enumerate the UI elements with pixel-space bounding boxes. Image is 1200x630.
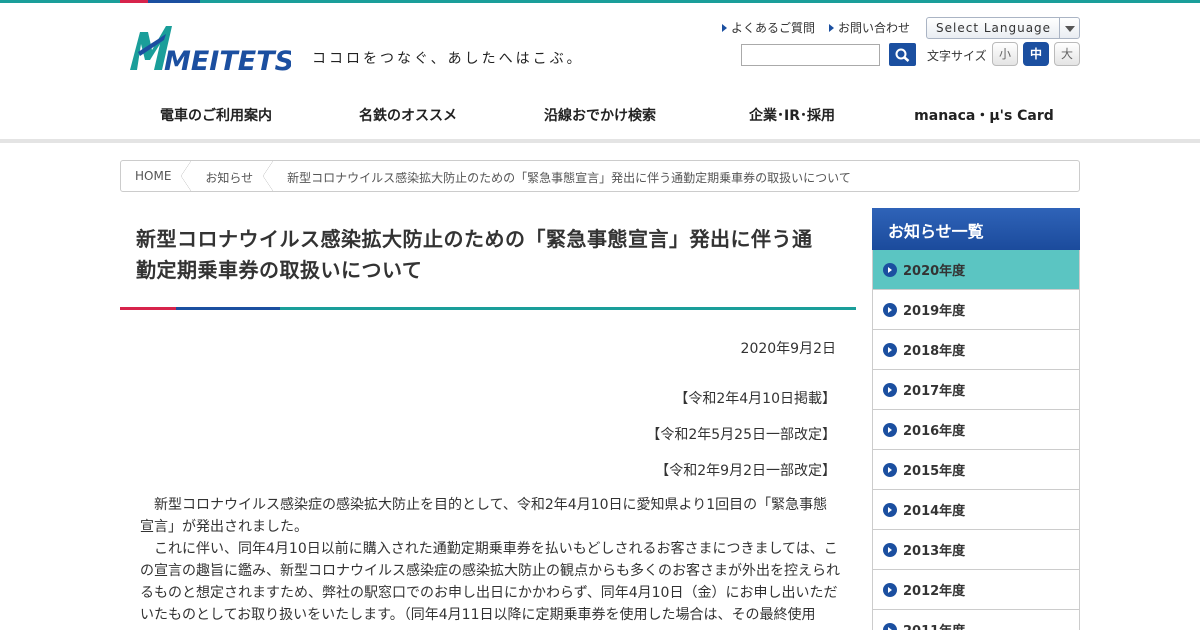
article-body: 新型コロナウイルス感染症の感染拡大防止を目的として、令和2年4月10日に愛知県よ… (140, 494, 840, 626)
sidebar-item-2020[interactable]: 2020年度 (873, 250, 1079, 290)
contact-link[interactable]: お問い合わせ (828, 19, 910, 36)
sidebar-item-label: 2018年度 (903, 344, 966, 359)
breadcrumb-current: 新型コロナウイルス感染拡大防止のための「緊急事態宣言」発出に伴う通勤定期乗車券の… (287, 171, 851, 185)
font-size-label: 文字サイズ (927, 49, 987, 63)
arrow-circle-icon (883, 622, 897, 630)
global-nav: 電車のご利用案内 名鉄のオススメ 沿線おでかけ検索 企業･IR･採用 manac… (120, 96, 1080, 132)
sidebar-item-label: 2016年度 (903, 424, 966, 439)
utility-links: よくあるご質問 お問い合わせ (721, 19, 910, 36)
page-title: 新型コロナウイルス感染拡大防止のための「緊急事態宣言」発出に伴う通 勤定期乗車券… (136, 224, 836, 286)
sidebar-item-2016[interactable]: 2016年度 (873, 410, 1079, 450)
arrow-circle-icon (883, 582, 897, 597)
nav-item-recommend[interactable]: 名鉄のオススメ (312, 96, 504, 132)
font-size-small-button[interactable]: 小 (992, 42, 1018, 66)
sidebar-item-2019[interactable]: 2019年度 (873, 290, 1079, 330)
breadcrumb: HOME お知らせ 新型コロナウイルス感染拡大防止のための「緊急事態宣言」発出に… (120, 160, 1080, 192)
page-title-line1: 新型コロナウイルス感染拡大防止のための「緊急事態宣言」発出に伴う通 (136, 227, 813, 251)
page-title-line2: 勤定期乗車券の取扱いについて (136, 258, 423, 282)
sidebar-item-label: 2014年度 (903, 504, 966, 519)
revision-note: 【令和2年4月10日掲載】 (674, 391, 836, 407)
font-size-medium-button[interactable]: 中 (1023, 42, 1049, 66)
sidebar-item-2017[interactable]: 2017年度 (873, 370, 1079, 410)
nav-item-manaca[interactable]: manaca・μ's Card (888, 96, 1080, 132)
meitetsu-logo[interactable]: MEITETSU (126, 26, 316, 77)
arrow-circle-icon (883, 502, 897, 517)
sidebar-item-label: 2017年度 (903, 384, 966, 399)
sidebar-item-2015[interactable]: 2015年度 (873, 450, 1079, 490)
nav-item-train-guide[interactable]: 電車のご利用案内 (120, 96, 312, 132)
sidebar-item-2013[interactable]: 2013年度 (873, 530, 1079, 570)
meitetsu-logo-graphic: MEITETSU (130, 26, 316, 77)
language-select[interactable]: Select Language (926, 17, 1080, 39)
breadcrumb-home[interactable]: HOME (121, 161, 192, 191)
arrow-circle-icon (883, 342, 897, 357)
publish-date: 2020年9月2日 (740, 341, 836, 357)
article-paragraph: これに伴い、同年4月10日以前に購入された通勤定期乗車券を払いもどしされるお客さ… (140, 541, 840, 623)
sidebar-item-label: 2020年度 (903, 264, 966, 279)
arrow-circle-icon (883, 382, 897, 397)
arrow-icon (721, 23, 727, 32)
sidebar-item-label: 2011年度 (903, 620, 965, 630)
sidebar-year-list: 2020年度 2019年度 2018年度 2017年度 2016年度 2015年… (872, 250, 1080, 630)
sidebar-item-label: 2012年度 (903, 584, 966, 599)
sidebar-item-2018[interactable]: 2018年度 (873, 330, 1079, 370)
arrow-circle-icon (883, 422, 897, 437)
arrow-circle-icon (883, 262, 897, 277)
sidebar-item-label: 2019年度 (903, 304, 966, 319)
faq-label: よくあるご質問 (730, 21, 815, 35)
nav-item-corporate[interactable]: 企業･IR･採用 (696, 96, 888, 132)
search-button[interactable] (889, 43, 916, 66)
sidebar-item-label: 2015年度 (903, 464, 966, 479)
sidebar-item-2014[interactable]: 2014年度 (873, 490, 1079, 530)
faq-link[interactable]: よくあるご質問 (721, 19, 815, 36)
font-size-large-button[interactable]: 大 (1054, 42, 1080, 66)
accent-red (120, 0, 148, 3)
search-input[interactable] (741, 44, 880, 66)
revision-note: 【令和2年9月2日一部改定】 (655, 463, 836, 479)
revision-note: 【令和2年5月25日一部改定】 (646, 427, 836, 443)
chevron-down-icon (1059, 18, 1079, 38)
language-select-label: Select Language (936, 21, 1052, 35)
breadcrumb-news[interactable]: お知らせ (191, 161, 273, 191)
search-icon (895, 48, 910, 62)
sidebar-item-2012[interactable]: 2012年度 (873, 570, 1079, 610)
article-paragraph: 新型コロナウイルス感染症の感染拡大防止を目的として、令和2年4月10日に愛知県よ… (140, 497, 828, 535)
arrow-circle-icon (883, 302, 897, 317)
arrow-circle-icon (883, 462, 897, 477)
title-underline (120, 307, 856, 310)
sidebar-item-2011[interactable]: 2011年度 (873, 610, 1079, 630)
contact-label: お問い合わせ (837, 21, 910, 35)
nav-item-outing-search[interactable]: 沿線おでかけ検索 (504, 96, 696, 132)
nav-divider (0, 139, 1200, 143)
title-underline-red (120, 307, 176, 310)
sidebar-item-label: 2013年度 (903, 544, 966, 559)
sidebar-heading: お知らせ一覧 (872, 208, 1080, 250)
accent-blue (148, 0, 200, 3)
arrow-icon (828, 23, 834, 32)
tagline: ココロをつなぐ、あしたへはこぶ。 (312, 51, 584, 67)
top-accent-bar (0, 0, 1200, 3)
arrow-circle-icon (883, 542, 897, 557)
title-underline-blue (176, 307, 280, 310)
logo-wordmark: MEITETSU (164, 46, 291, 74)
